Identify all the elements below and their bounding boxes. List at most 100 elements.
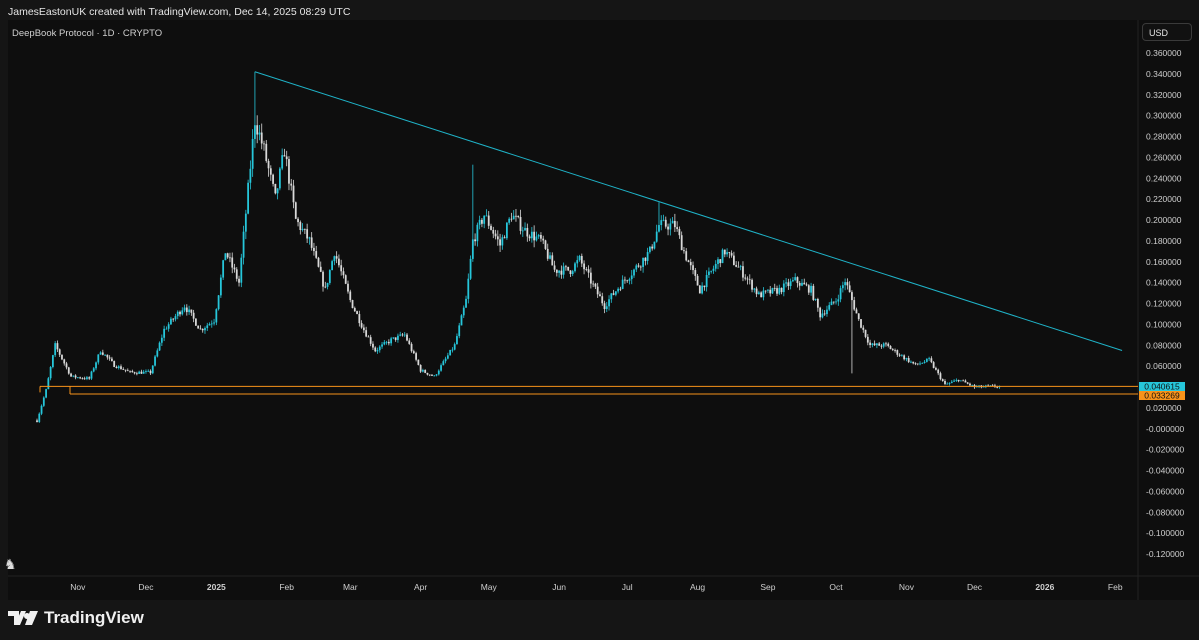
candle-body xyxy=(285,156,288,160)
candle-body xyxy=(925,358,928,362)
candle-body xyxy=(120,366,122,370)
candle-body xyxy=(528,236,531,239)
candle-body xyxy=(701,285,704,294)
candle-body xyxy=(422,370,424,372)
candle-body xyxy=(374,347,377,352)
candle-body xyxy=(474,239,477,242)
candle-body xyxy=(183,307,186,311)
candle-body xyxy=(465,298,467,308)
candle-body xyxy=(460,315,463,326)
candle-body xyxy=(676,227,679,229)
candle-body xyxy=(74,375,77,378)
candle-body xyxy=(717,259,719,264)
y-tick-label: -0.040000 xyxy=(1146,466,1185,476)
candle-body xyxy=(297,218,299,223)
candle-body xyxy=(642,257,644,267)
candle-body xyxy=(830,301,833,306)
candle-body xyxy=(147,370,150,372)
y-tick-label: 0.020000 xyxy=(1146,403,1182,413)
candle-body xyxy=(687,260,690,263)
candle-body xyxy=(803,282,806,285)
candle-body xyxy=(165,328,168,330)
candle-body xyxy=(744,277,747,279)
candle-body xyxy=(260,132,263,144)
candle-body xyxy=(812,285,815,300)
candle-body xyxy=(742,266,744,278)
candle-body xyxy=(683,250,685,252)
candle-body xyxy=(197,325,200,329)
candle-body xyxy=(36,420,38,422)
candle-body xyxy=(229,257,231,259)
candle-body xyxy=(247,182,250,214)
candle-body xyxy=(837,299,840,302)
tradingview-logo-icon xyxy=(8,611,38,625)
candle-body xyxy=(592,283,595,285)
candle-body xyxy=(814,298,817,300)
x-tick-label: Jun xyxy=(552,582,566,592)
candle-body xyxy=(519,216,522,231)
candle-body xyxy=(226,253,229,258)
currency-button[interactable]: USD xyxy=(1142,23,1192,41)
candle-body xyxy=(324,286,327,288)
candle-body xyxy=(213,322,215,324)
candle-body xyxy=(47,378,50,390)
candle-body xyxy=(887,343,890,347)
candle-body xyxy=(719,259,722,264)
candle-body xyxy=(846,282,849,286)
y-tick-label: 0.100000 xyxy=(1146,319,1182,329)
candle-body xyxy=(372,343,374,348)
candle-body xyxy=(42,397,45,406)
candle-body xyxy=(782,283,785,293)
candle-body xyxy=(347,283,349,292)
x-tick-label: Nov xyxy=(70,582,86,592)
candle-body xyxy=(512,215,515,220)
candle-body xyxy=(222,260,225,278)
y-tick-label: 0.080000 xyxy=(1146,340,1182,350)
candle-body xyxy=(705,274,708,288)
candle-body xyxy=(644,257,647,261)
x-tick-label: 2025 xyxy=(207,582,226,592)
candle-body xyxy=(969,383,971,386)
candle-body xyxy=(251,138,254,169)
candle-body xyxy=(274,183,277,194)
candle-body xyxy=(721,249,724,264)
candle-body xyxy=(356,311,358,315)
y-tick-label: -0.080000 xyxy=(1146,507,1185,517)
candle-body xyxy=(941,379,944,381)
candle-body xyxy=(301,228,304,230)
candle-body xyxy=(826,309,828,315)
candle-body xyxy=(381,344,383,347)
candle-body xyxy=(385,341,388,343)
x-tick-label: Sep xyxy=(760,582,775,592)
candle-body xyxy=(689,262,692,266)
candle-body xyxy=(862,327,865,330)
tradingview-logo[interactable]: TradingView xyxy=(8,608,144,628)
candle-body xyxy=(760,292,763,298)
candle-body xyxy=(49,367,52,379)
candle-body xyxy=(437,370,440,375)
y-tick-label: 0.060000 xyxy=(1146,361,1182,371)
candle-body xyxy=(835,301,837,303)
candle-body xyxy=(646,252,649,261)
candle-body xyxy=(773,287,776,289)
candle-body xyxy=(490,225,492,230)
candle-body xyxy=(244,213,247,232)
candle-body xyxy=(667,226,669,230)
candle-body xyxy=(65,363,68,368)
candle-body xyxy=(510,218,513,220)
price-chart[interactable]: 0.360000 0.340000 0.320000 0.300000 0.280000… xyxy=(0,0,1199,600)
candle-body xyxy=(505,222,508,239)
candle-body xyxy=(104,354,106,356)
candle-body xyxy=(403,334,406,336)
candle-body xyxy=(508,218,511,223)
candle-body xyxy=(900,355,903,357)
candle-body xyxy=(996,386,999,388)
candle-body xyxy=(828,305,831,310)
candle-body xyxy=(179,311,181,315)
candle-body xyxy=(303,228,306,230)
candle-body xyxy=(494,233,497,237)
candle-body xyxy=(578,255,581,261)
candle-body xyxy=(154,356,156,366)
candle-body xyxy=(478,219,481,225)
candle-body xyxy=(210,323,213,325)
